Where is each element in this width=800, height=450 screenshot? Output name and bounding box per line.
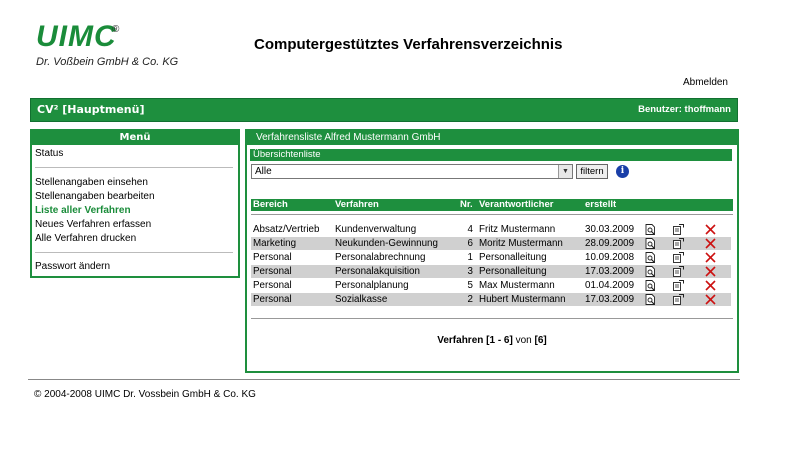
column-header-area: Bereich (253, 199, 288, 210)
cell-area: Absatz/Vertrieb (253, 224, 320, 235)
cell-number: 1 (467, 252, 473, 263)
info-icon[interactable]: i (616, 165, 629, 178)
logo-wordmark: UIMC (36, 20, 117, 53)
delete-icon[interactable] (705, 252, 716, 263)
cell-procedure: Kundenverwaltung (335, 224, 417, 235)
cell-responsible: Personalleitung (479, 266, 547, 277)
filter-select[interactable]: Alle ▼ (251, 164, 573, 179)
menu-item-view-locations[interactable]: Stellenangaben einsehen (35, 177, 148, 188)
pager-of: von (515, 335, 532, 346)
delete-icon[interactable] (705, 294, 716, 305)
procedure-list-panel: Verfahrensliste Alfred Mustermann GmbH Ü… (245, 129, 739, 373)
delete-icon[interactable] (705, 238, 716, 249)
cell-responsible: Personalleitung (479, 252, 547, 263)
cell-responsible: Max Mustermann (479, 280, 555, 291)
edit-icon[interactable] (673, 238, 684, 249)
column-header-created: erstellt (585, 199, 617, 210)
view-icon[interactable] (645, 266, 656, 277)
edit-icon[interactable] (673, 280, 684, 291)
menu-divider (35, 167, 233, 168)
column-header-procedure: Verfahren (335, 199, 379, 210)
cell-number: 3 (467, 266, 473, 277)
edit-icon[interactable] (673, 294, 684, 305)
view-icon[interactable] (645, 252, 656, 263)
edit-icon[interactable] (673, 224, 684, 235)
logo-subtitle: Dr. Voßbein GmbH & Co. KG (36, 56, 179, 68)
cell-area: Marketing (253, 238, 297, 249)
menu-item-print-procedures[interactable]: Alle Verfahren drucken (35, 233, 136, 244)
cell-procedure: Personalplanung (335, 280, 409, 291)
view-icon[interactable] (645, 224, 656, 235)
footer-divider (28, 379, 740, 380)
table-header: Bereich Verfahren Nr. Verantwortlicher e… (251, 199, 733, 211)
table-row: Marketing Neukunden-Gewinnung 6 Moritz M… (251, 237, 731, 250)
overview-list-header: Übersichtenliste (250, 149, 732, 161)
table-row: Absatz/Vertrieb Kundenverwaltung 4 Fritz… (251, 223, 731, 236)
cell-procedure: Sozialkasse (335, 294, 388, 305)
filter-selected-value: Alle (255, 166, 272, 177)
cell-created: 17.03.2009 (585, 266, 635, 277)
cell-number: 6 (467, 238, 473, 249)
pagination-info: Verfahren [1 - 6] von [6] (247, 335, 737, 346)
cell-created: 01.04.2009 (585, 280, 635, 291)
app-breadcrumb: CV² [Hauptmenü] (37, 103, 145, 116)
menu-title: Menü (32, 131, 238, 145)
delete-icon[interactable] (705, 280, 716, 291)
cell-area: Personal (253, 252, 292, 263)
sidebar-menu: Menü Status Stellenangaben einsehen Stel… (30, 129, 240, 278)
menu-item-status[interactable]: Status (35, 148, 63, 159)
table-row: Personal Sozialkasse 2 Hubert Mustermann… (251, 293, 731, 306)
current-user-label: Benutzer: thoffmann (638, 104, 731, 115)
cell-area: Personal (253, 294, 292, 305)
cell-responsible: Fritz Mustermann (479, 224, 556, 235)
cell-responsible: Moritz Mustermann (479, 238, 563, 249)
filter-button[interactable]: filtern (576, 164, 608, 179)
cell-created: 10.09.2008 (585, 252, 635, 263)
view-icon[interactable] (645, 294, 656, 305)
cell-created: 28.09.2009 (585, 238, 635, 249)
pager-range: [1 - 6] (486, 335, 513, 346)
menu-item-new-procedure[interactable]: Neues Verfahren erfassen (35, 219, 151, 230)
table-divider (251, 318, 733, 319)
cell-area: Personal (253, 280, 292, 291)
delete-icon[interactable] (705, 266, 716, 277)
cell-procedure: Neukunden-Gewinnung (335, 238, 438, 249)
menu-divider (35, 252, 233, 253)
column-header-responsible: Verantwortlicher (479, 199, 554, 210)
cell-number: 5 (467, 280, 473, 291)
main-menu-bar: CV² [Hauptmenü] Benutzer: thoffmann (30, 98, 738, 122)
cell-created: 30.03.2009 (585, 224, 635, 235)
page-title: Computergestütztes Verfahrensverzeichnis (254, 36, 563, 53)
delete-icon[interactable] (705, 224, 716, 235)
cell-procedure: Personalakquisition (335, 266, 420, 277)
cell-area: Personal (253, 266, 292, 277)
view-icon[interactable] (645, 280, 656, 291)
menu-item-change-password[interactable]: Passwort ändern (35, 261, 110, 272)
pager-label: Verfahren (437, 335, 484, 346)
logout-link[interactable]: Abmelden (683, 77, 728, 88)
cell-number: 4 (467, 224, 473, 235)
footer-copyright: © 2004-2008 UIMC Dr. Vossbein GmbH & Co.… (34, 389, 256, 400)
panel-title: Verfahrensliste Alfred Mustermann GmbH (247, 131, 737, 145)
cell-number: 2 (467, 294, 473, 305)
edit-icon[interactable] (673, 252, 684, 263)
chevron-down-icon[interactable]: ▼ (558, 165, 572, 178)
pager-total: [6] (534, 335, 547, 346)
cell-responsible: Hubert Mustermann (479, 294, 566, 305)
column-header-number: Nr. (460, 199, 473, 210)
edit-icon[interactable] (673, 266, 684, 277)
table-row: Personal Personalabrechnung 1 Personalle… (251, 251, 731, 264)
cell-created: 17.03.2009 (585, 294, 635, 305)
logo-registered-mark: ® (112, 24, 120, 35)
view-icon[interactable] (645, 238, 656, 249)
company-logo: UIMC ® Dr. Voßbein GmbH & Co. KG (36, 22, 196, 72)
menu-item-edit-locations[interactable]: Stellenangaben bearbeiten (35, 191, 155, 202)
table-divider (251, 214, 733, 215)
table-row: Personal Personalakquisition 3 Personall… (251, 265, 731, 278)
menu-item-list-procedures[interactable]: Liste aller Verfahren (35, 205, 131, 216)
table-row: Personal Personalplanung 5 Max Musterman… (251, 279, 731, 292)
cell-procedure: Personalabrechnung (335, 252, 426, 263)
